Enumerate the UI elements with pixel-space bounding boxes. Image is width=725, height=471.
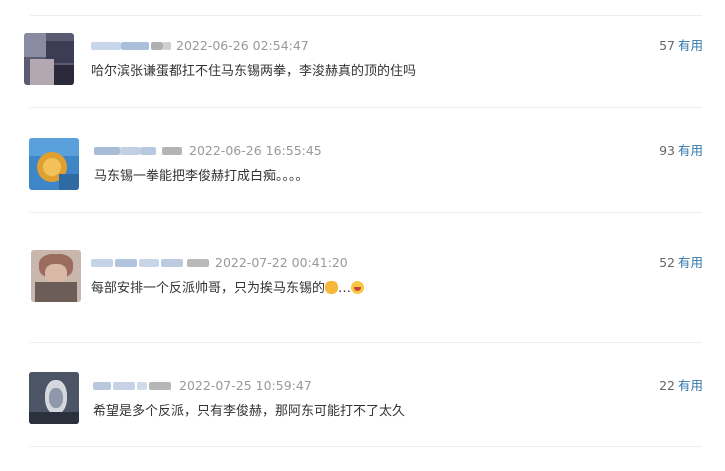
username[interactable] <box>93 379 175 393</box>
comment-time: 2022-06-26 16:55:45 <box>189 143 322 158</box>
vote-count: 57 <box>659 38 675 53</box>
laughing-emoji-icon <box>351 281 365 294</box>
useful-button[interactable]: 有用 <box>678 255 703 270</box>
comment-text: 每部安排一个反派帅哥，只为挨马东锡的 … <box>91 280 365 298</box>
useful-vote[interactable]: 93 有用 <box>659 143 703 159</box>
comment-time: 2022-07-25 10:59:47 <box>179 378 312 393</box>
comment-divider <box>30 212 702 213</box>
ellipsis: … <box>338 281 352 296</box>
username[interactable] <box>94 144 186 158</box>
vote-count: 52 <box>659 255 675 270</box>
avatar[interactable] <box>31 250 81 302</box>
useful-vote[interactable]: 22 有用 <box>659 378 703 394</box>
vote-count: 93 <box>659 143 675 158</box>
avatar[interactable] <box>29 138 79 190</box>
comment-text: 马东锡一拳能把李俊赫打成白痴。。。。 <box>94 169 309 184</box>
comment-divider <box>30 342 702 343</box>
comment-time: 2022-06-26 02:54:47 <box>176 38 309 53</box>
comment-divider <box>30 446 702 447</box>
comment-text: 希望是多个反派，只有李俊赫，那阿东可能打不了太久 <box>93 404 406 419</box>
username[interactable] <box>91 39 173 53</box>
comment-text-body: 每部安排一个反派帅哥，只为挨马东锡的 <box>91 281 326 296</box>
top-divider <box>30 15 702 16</box>
comment-time: 2022-07-22 00:41:20 <box>215 255 348 270</box>
comment-text: 哈尔滨张谦蛋都扛不住马东锡两拳，李浚赫真的顶的住吗 <box>91 64 417 79</box>
useful-vote[interactable]: 52 有用 <box>659 255 703 271</box>
useful-button[interactable]: 有用 <box>678 143 703 158</box>
vote-count: 22 <box>659 378 675 393</box>
fist-emoji-icon <box>325 281 339 294</box>
username[interactable] <box>91 256 211 270</box>
avatar[interactable] <box>24 33 74 85</box>
useful-button[interactable]: 有用 <box>678 378 703 393</box>
avatar[interactable] <box>29 372 79 424</box>
comment-divider <box>30 107 702 108</box>
useful-button[interactable]: 有用 <box>678 38 703 53</box>
useful-vote[interactable]: 57 有用 <box>659 38 703 54</box>
